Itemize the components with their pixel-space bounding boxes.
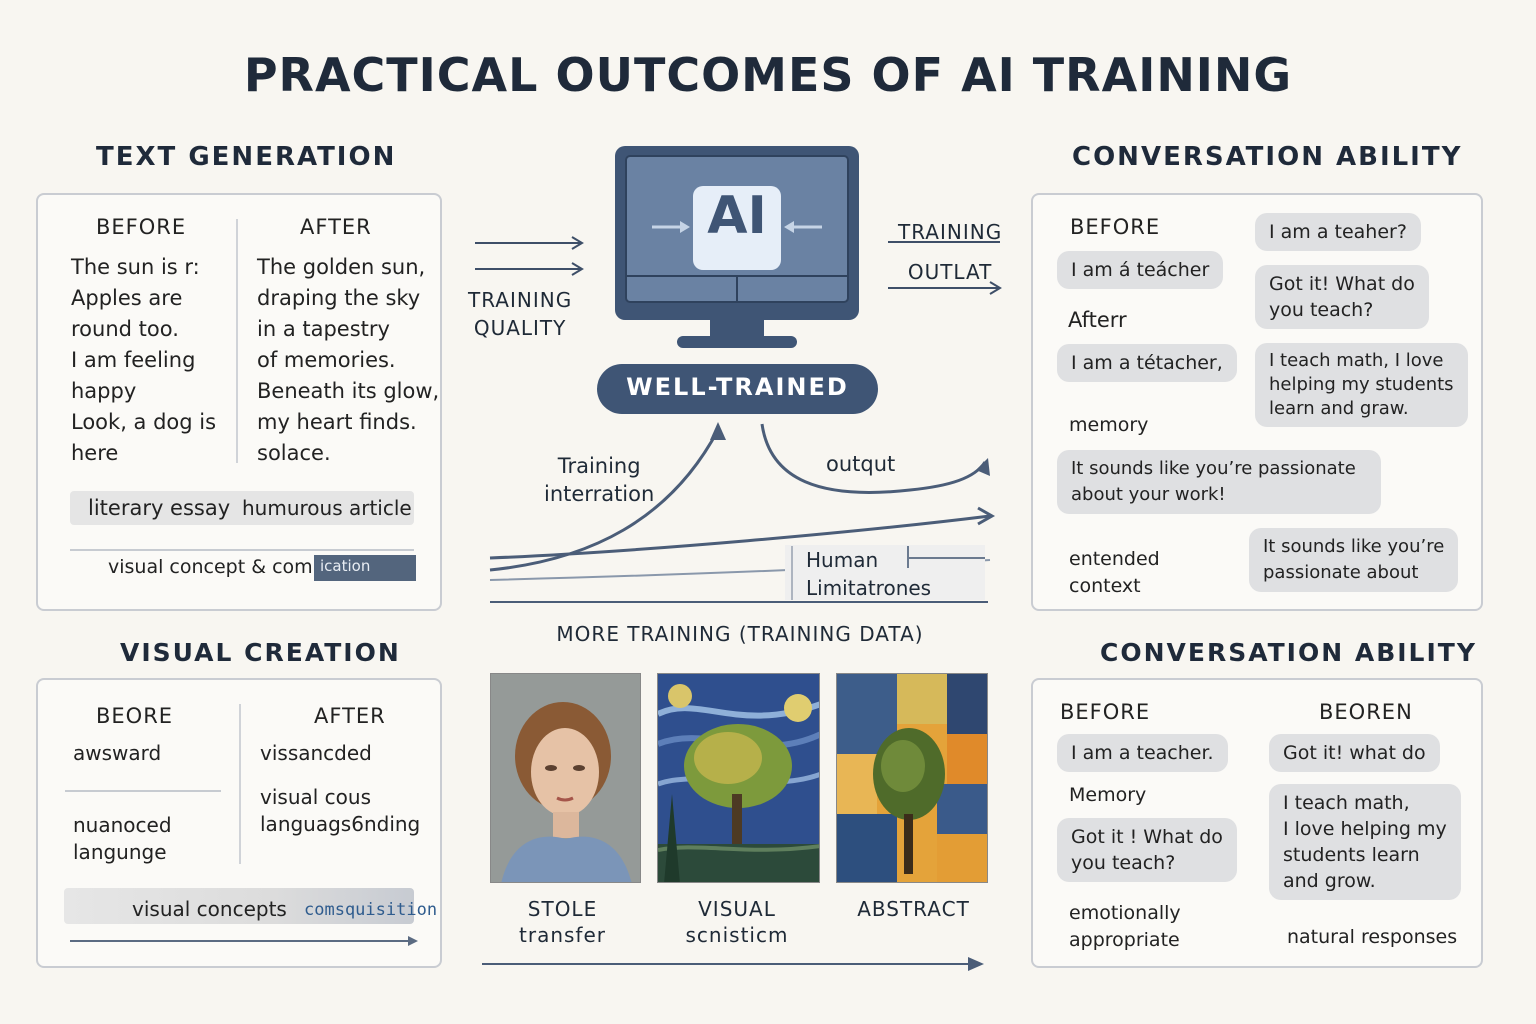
output-label: outqut: [826, 452, 896, 476]
visual-bar-blue-text: comsquisition: [304, 900, 438, 920]
divider: [70, 549, 414, 551]
well-trained-label: WELL-TRAINED: [626, 373, 849, 401]
bar-text: visual concept & compo: [108, 556, 337, 578]
conversation-bottom-panel: BEFORE BEOREN I am a teacher. Memory Got…: [1031, 678, 1483, 968]
extended-context-label: entended context: [1069, 548, 1160, 597]
divider: [236, 219, 238, 463]
after-text: The golden sun, draping the sky in a tap…: [257, 255, 440, 465]
chat-bubble: It sounds like you’re passionate about: [1249, 528, 1459, 592]
chat-bubble: I am a tétacher,: [1057, 344, 1237, 382]
abstract-artwork: [836, 673, 988, 883]
after-text-2: visual cous languags6nding: [260, 785, 421, 836]
chat-bubble: I am á teácher: [1057, 251, 1224, 289]
ai-chip-label: AI: [707, 186, 767, 246]
visual-creation-title: VISUAL CREATION: [120, 638, 401, 667]
art-caption-visual: VISUAL scnisticm: [685, 897, 789, 947]
training-interration-label: Training interration: [544, 454, 655, 506]
training-quality-label: TRAINING QUALITY: [468, 288, 573, 340]
training-outlat-label: TRAINING OUTLAT: [898, 220, 1003, 284]
before-text: The sun is r: Apples are round too. I am…: [71, 255, 217, 465]
after-label: BEOREN: [1319, 700, 1413, 724]
conversation-bottom-title: CONVERSATION ABILITY: [1100, 638, 1477, 667]
chat-bubble: I teach math, I love helping my students…: [1269, 784, 1461, 900]
conversation-top-panel: BEFORE I am á teácher Afterr I am a téta…: [1031, 193, 1483, 611]
before-label: BEFORE: [96, 215, 187, 239]
visual-arrow: [70, 936, 418, 946]
before-text-1: awsward: [73, 741, 162, 765]
visual-creation-panel: BEORE AFTER awsward nuanoced langunge vi…: [36, 678, 442, 968]
after-label: AFTER: [300, 215, 372, 239]
human-limit-label: Human Limitatrones: [806, 548, 932, 600]
visual-bar-text: visual concepts: [132, 897, 287, 921]
after-text-1: vissancded: [260, 741, 372, 765]
starry-tree-artwork: [657, 673, 820, 883]
memory-label: Memory: [1069, 784, 1147, 806]
portrait-artwork: [490, 673, 641, 883]
chat-bubble: It sounds like you’re passionate about y…: [1057, 450, 1381, 514]
after-label: Afterr: [1068, 308, 1127, 332]
after-label: AFTER: [314, 704, 386, 728]
chat-bubble: Got it! What do you teach?: [1255, 265, 1429, 329]
tag-literary-essay: literary essay: [88, 496, 231, 520]
before-text-2: nuanoced langunge: [73, 813, 172, 864]
timeline-arrow: [482, 957, 984, 971]
text-generation-title: TEXT GENERATION: [96, 142, 397, 172]
page-title: PRACTICAL OUTCOMES OF AI TRAINING: [243, 48, 1293, 102]
bar-dark-segment: ication: [314, 555, 416, 581]
emotion-label: emotionally appropriate: [1069, 902, 1181, 951]
memory-label: memory: [1069, 414, 1149, 436]
before-label: BEFORE: [1060, 700, 1151, 724]
natural-responses-label: natural responses: [1287, 926, 1458, 948]
divider: [65, 790, 221, 792]
before-label: BEFORE: [1070, 215, 1161, 239]
chat-bubble: Got it ! What do you teach?: [1057, 818, 1237, 882]
divider: [239, 704, 241, 864]
tag-humurous-article: humurous article: [242, 496, 412, 520]
art-caption-style-transfer: STOLE transfer: [519, 897, 606, 947]
conversation-top-title: CONVERSATION ABILITY: [1072, 142, 1463, 172]
chat-bubble: I teach math, I love helping my students…: [1255, 343, 1468, 427]
chat-bubble: I am a teacher.: [1057, 734, 1228, 772]
more-training-label: MORE TRAINING (TRAINING DATA): [556, 622, 924, 646]
text-generation-panel: BEFORE AFTER The sun is r: Apples are ro…: [36, 193, 442, 611]
chat-bubble: Got it! what do: [1269, 734, 1440, 772]
chat-bubble: I am a teaher?: [1255, 213, 1421, 251]
before-label: BEORE: [96, 704, 174, 728]
art-caption-abstract: ABSTRACT: [857, 897, 970, 921]
